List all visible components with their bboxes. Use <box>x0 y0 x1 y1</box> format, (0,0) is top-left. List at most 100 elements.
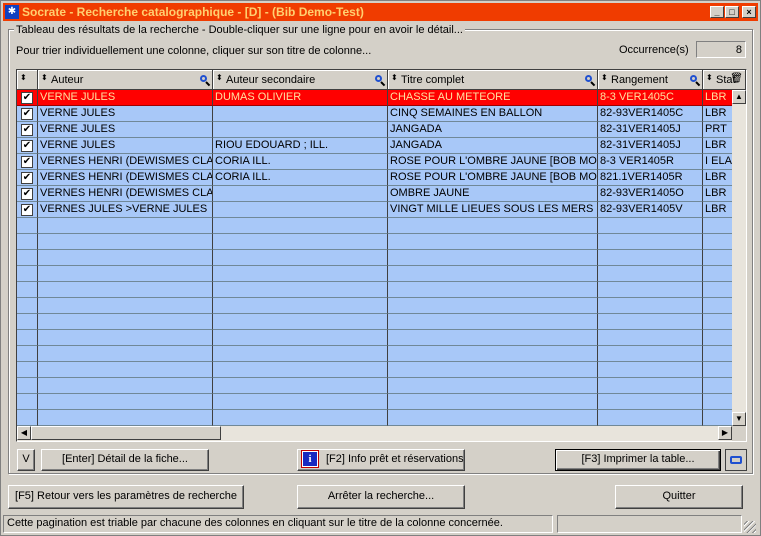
table-row[interactable]: ✔ VERNES JULES >VERNE JULES VINGT MILLE LI… <box>17 202 732 218</box>
cell-titre <box>388 250 598 266</box>
column-header-rangement[interactable]: ⬍ Rangement <box>598 70 703 90</box>
grid-body[interactable]: ✔ VERNE JULES DUMAS OLIVIER CHASSE AU METEO… <box>17 90 732 426</box>
scroll-down-icon[interactable]: ▼ <box>732 412 746 426</box>
cell-auteur: VERNE JULES <box>38 106 213 122</box>
cell-titre <box>388 410 598 426</box>
table-row[interactable] <box>17 234 732 250</box>
table-row[interactable] <box>17 346 732 362</box>
row-checkbox[interactable]: ✔ <box>21 108 33 120</box>
cell-statut <box>703 314 732 330</box>
table-row[interactable] <box>17 282 732 298</box>
title-bar[interactable]: ✱ Socrate - Recherche catalographique - … <box>3 3 758 21</box>
info-button[interactable]: i [F2] Info prêt et réservations <box>297 449 465 471</box>
info-icon: i <box>301 450 319 469</box>
cell-statut <box>703 330 732 346</box>
status-message: Cette pagination est triable par chacune… <box>3 515 553 533</box>
table-row[interactable]: ✔ VERNES HENRI (DEWISMES CLAI OMBRE JAUNE 8… <box>17 186 732 202</box>
row-checkbox[interactable]: ✔ <box>21 124 33 136</box>
row-checkbox[interactable]: ✔ <box>21 172 33 184</box>
cell-titre: ROSE POUR L'OMBRE JAUNE [BOB MO <box>388 154 598 170</box>
table-row[interactable]: ✔ VERNES HENRI (DEWISMES CLAI CORIA ILL. RO… <box>17 170 732 186</box>
table-row[interactable] <box>17 378 732 394</box>
print-button[interactable]: [F3] Imprimer la table... <box>555 449 721 471</box>
table-row[interactable]: ✔ VERNE JULES CINQ SEMAINES EN BALLON 82-93… <box>17 106 732 122</box>
table-row[interactable] <box>17 218 732 234</box>
cell-statut <box>703 378 732 394</box>
column-header-statut[interactable]: ⬍ Stat 🗑 <box>703 70 746 90</box>
cell-rangement <box>598 266 703 282</box>
checkbox-cell <box>17 410 38 426</box>
checkbox-cell: ✔ <box>17 106 38 122</box>
cell-titre: CINQ SEMAINES EN BALLON <box>388 106 598 122</box>
row-checkbox[interactable]: ✔ <box>21 188 33 200</box>
checkbox-cell <box>17 250 38 266</box>
cell-auteur_sec: CORIA ILL. <box>213 154 388 170</box>
scroll-right-icon[interactable]: ▶ <box>718 426 732 440</box>
column-header-check[interactable]: ⬍ <box>17 70 38 90</box>
trash-icon[interactable]: 🗑 <box>730 73 743 84</box>
results-grid[interactable]: ⬍ ⬍ Auteur ⬍ Auteur secondaire ⬍ Titre comp… <box>16 69 747 442</box>
table-row[interactable] <box>17 410 732 426</box>
horizontal-scrollbar[interactable]: ◀ ▶ <box>17 426 732 441</box>
checkbox-cell <box>17 234 38 250</box>
search-icon[interactable] <box>585 75 596 87</box>
cell-titre <box>388 394 598 410</box>
table-row[interactable]: ✔ VERNES HENRI (DEWISMES CLAI CORIA ILL. RO… <box>17 154 732 170</box>
row-checkbox[interactable]: ✔ <box>21 156 33 168</box>
table-row[interactable] <box>17 394 732 410</box>
cell-titre <box>388 362 598 378</box>
cell-auteur_sec <box>213 298 388 314</box>
quitter-button[interactable]: Quitter <box>615 485 743 509</box>
checkbox-cell: ✔ <box>17 90 38 106</box>
retour-button[interactable]: [F5] Retour vers les paramètres de reche… <box>8 485 244 509</box>
minimize-button[interactable]: _ <box>710 6 724 18</box>
table-row[interactable] <box>17 250 732 266</box>
checkbox-cell <box>17 362 38 378</box>
cell-titre <box>388 298 598 314</box>
column-header-auteur[interactable]: ⬍ Auteur <box>38 70 213 90</box>
table-row[interactable] <box>17 266 732 282</box>
close-button[interactable]: × <box>742 6 756 18</box>
v-button[interactable]: V <box>17 449 35 471</box>
column-header-titre[interactable]: ⬍ Titre complet <box>388 70 598 90</box>
export-button[interactable] <box>725 449 747 471</box>
column-header-auteur-secondaire[interactable]: ⬍ Auteur secondaire <box>213 70 388 90</box>
row-checkbox[interactable]: ✔ <box>21 204 33 216</box>
arreter-button[interactable]: Arrêter la recherche... <box>297 485 465 509</box>
cell-rangement: 82-93VER1405C <box>598 106 703 122</box>
cell-auteur <box>38 346 213 362</box>
table-row[interactable] <box>17 362 732 378</box>
cell-titre: JANGADA <box>388 122 598 138</box>
cell-auteur_sec <box>213 218 388 234</box>
table-row[interactable]: ✔ VERNE JULES RIOU EDOUARD ; ILL. JANGADA 82… <box>17 138 732 154</box>
table-row[interactable] <box>17 330 732 346</box>
horizontal-scroll-thumb[interactable] <box>31 426 221 440</box>
vertical-scrollbar[interactable]: ▲ ▼ <box>732 90 746 426</box>
cell-auteur <box>38 362 213 378</box>
search-icon[interactable] <box>200 75 211 87</box>
checkbox-cell: ✔ <box>17 170 38 186</box>
cell-statut: LBR <box>703 138 732 154</box>
search-icon[interactable] <box>375 75 386 87</box>
socrate-app-icon[interactable]: ✱ <box>5 5 19 19</box>
window-title: Socrate - Recherche catalographique - [D… <box>22 5 364 19</box>
cell-rangement <box>598 218 703 234</box>
table-row[interactable]: ✔ VERNE JULES JANGADA 82-31VER1405J PRT <box>17 122 732 138</box>
resize-grip[interactable] <box>744 521 756 533</box>
table-row[interactable] <box>17 298 732 314</box>
scroll-up-icon[interactable]: ▲ <box>732 90 746 104</box>
cell-auteur: VERNE JULES <box>38 90 213 106</box>
search-icon[interactable] <box>690 75 701 87</box>
row-checkbox[interactable]: ✔ <box>21 140 33 152</box>
maximize-button[interactable]: □ <box>725 6 739 18</box>
scroll-left-icon[interactable]: ◀ <box>17 426 31 440</box>
cell-auteur_sec <box>213 410 388 426</box>
table-row[interactable]: ✔ VERNE JULES DUMAS OLIVIER CHASSE AU METEO… <box>17 90 732 106</box>
cell-titre: VINGT MILLE LIEUES SOUS LES MERS <box>388 202 598 218</box>
checkbox-cell <box>17 330 38 346</box>
table-row[interactable] <box>17 314 732 330</box>
detail-button[interactable]: [Enter] Détail de la fiche... <box>41 449 209 471</box>
row-checkbox[interactable]: ✔ <box>21 92 33 104</box>
cell-auteur: VERNES HENRI (DEWISMES CLAI <box>38 170 213 186</box>
cell-auteur_sec: RIOU EDOUARD ; ILL. <box>213 138 388 154</box>
